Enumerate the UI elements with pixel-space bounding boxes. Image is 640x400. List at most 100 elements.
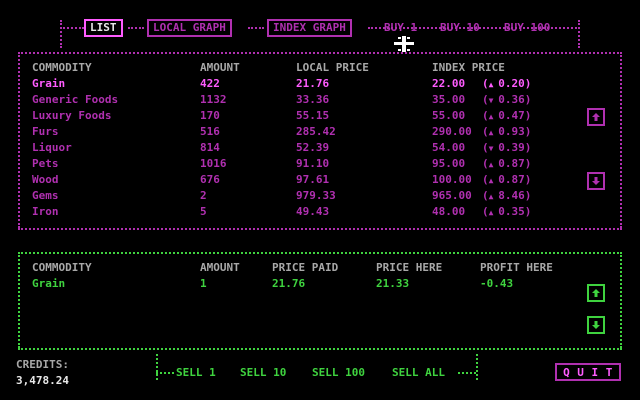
- market-change: 0.87: [498, 173, 525, 186]
- sell-1-button[interactable]: SELL 1: [176, 366, 216, 379]
- market-commodity: Liquor: [32, 141, 72, 154]
- market-commodity: Pets: [32, 157, 59, 170]
- header-price-here: PRICE HERE: [376, 261, 443, 274]
- market-index-price: 55.00: [432, 109, 466, 122]
- trend-up-icon: ▲: [488, 208, 499, 217]
- tab-list[interactable]: LIST: [84, 19, 123, 37]
- cargo-amount: 1: [200, 277, 207, 290]
- trend-up-icon: ▲: [488, 112, 499, 121]
- market-amount: 676: [200, 173, 220, 186]
- market-commodity: Furs: [32, 125, 59, 138]
- market-change: 0.93: [498, 125, 525, 138]
- sell-bar-dots: [476, 354, 478, 380]
- market-local-price: 49.43: [296, 205, 330, 218]
- market-change: 0.35: [498, 205, 525, 218]
- market-amount: 422: [200, 77, 220, 90]
- header-amount: AMOUNT: [200, 61, 240, 74]
- trend-up-icon: ▲: [488, 80, 499, 89]
- arrow-down-icon: [592, 177, 600, 185]
- buy-1-button[interactable]: BUY 1: [384, 21, 417, 34]
- arrow-down-icon: [592, 321, 600, 329]
- trend-up-icon: ▲: [488, 160, 499, 169]
- sell-100-button[interactable]: SELL 100: [312, 366, 365, 379]
- market-amount: 2: [200, 189, 207, 202]
- market-change: 0.47: [498, 109, 525, 122]
- market-local-price: 285.42: [296, 125, 336, 138]
- market-commodity: Luxury Foods: [32, 109, 112, 122]
- market-trend: (▲ 0.87): [482, 157, 532, 170]
- market-amount: 5: [200, 205, 207, 218]
- market-index-price: 48.00: [432, 205, 466, 218]
- tab-index-graph[interactable]: INDEX GRAPH: [267, 19, 352, 37]
- market-scroll-down-button[interactable]: [587, 172, 605, 190]
- market-index-price: 965.00: [432, 189, 472, 202]
- market-scroll-up-button[interactable]: [587, 108, 605, 126]
- market-local-price: 21.76: [296, 77, 330, 90]
- cursor-icon: [394, 36, 414, 52]
- toolbar-dots: [60, 20, 62, 48]
- market-commodity: Generic Foods: [32, 93, 119, 106]
- arrow-up-icon: [592, 289, 600, 297]
- cargo-profit: -0.43: [480, 277, 514, 290]
- header-commodity: COMMODITY: [32, 261, 92, 274]
- trend-up-icon: ▲: [488, 128, 499, 137]
- market-amount: 1016: [200, 157, 227, 170]
- market-amount: 1132: [200, 93, 227, 106]
- market-commodity: Wood: [32, 173, 59, 186]
- market-index-price: 54.00: [432, 141, 466, 154]
- market-change: 0.87: [498, 157, 525, 170]
- market-local-price: 33.36: [296, 93, 330, 106]
- quit-button[interactable]: Q U I T: [555, 363, 621, 381]
- market-index-price: 35.00: [432, 93, 466, 106]
- market-index-price: 22.00: [432, 77, 466, 90]
- market-trend: (▲ 8.46): [482, 189, 532, 202]
- market-commodity: Iron: [32, 205, 59, 218]
- market-trend: (▲ 0.47): [482, 109, 532, 122]
- market-commodity: Gems: [32, 189, 59, 202]
- toolbar-dots: [60, 27, 84, 29]
- toolbar-dots: [578, 20, 580, 48]
- trend-down-icon: ▼: [488, 96, 499, 105]
- header-commodity: COMMODITY: [32, 61, 92, 74]
- credits-value: 3,478.24: [16, 374, 69, 387]
- header-price-paid: PRICE PAID: [272, 261, 339, 274]
- market-change: 0.36: [498, 93, 525, 106]
- toolbar-dots: [248, 27, 264, 29]
- buy-100-button[interactable]: BUY 100: [504, 21, 550, 34]
- market-index-price: 290.00: [432, 125, 472, 138]
- market-amount: 170: [200, 109, 220, 122]
- arrow-up-icon: [592, 113, 600, 121]
- buy-10-button[interactable]: BUY 10: [440, 21, 480, 34]
- cargo-commodity: Grain: [32, 277, 66, 290]
- market-index-price: 95.00: [432, 157, 466, 170]
- cargo-scroll-up-button[interactable]: [587, 284, 605, 302]
- trend-up-icon: ▲: [488, 176, 499, 185]
- tab-local-graph[interactable]: LOCAL GRAPH: [147, 19, 232, 37]
- market-trend: (▼ 0.39): [482, 141, 532, 154]
- market-amount: 814: [200, 141, 220, 154]
- market-trend: (▲ 0.87): [482, 173, 532, 186]
- sell-bar-dots: [156, 372, 174, 374]
- header-profit-here: PROFIT HERE: [480, 261, 553, 274]
- sell-10-button[interactable]: SELL 10: [240, 366, 286, 379]
- market-local-price: 55.15: [296, 109, 330, 122]
- trend-down-icon: ▼: [488, 144, 499, 153]
- toolbar-dots: [128, 27, 144, 29]
- trend-up-icon: ▲: [488, 192, 499, 201]
- market-change: 8.46: [498, 189, 525, 202]
- market-local-price: 91.10: [296, 157, 330, 170]
- market-trend: (▲ 0.35): [482, 205, 532, 218]
- market-trend: (▲ 0.20): [482, 77, 532, 90]
- sell-all-button[interactable]: SELL ALL: [392, 366, 445, 379]
- market-change: 0.20: [498, 77, 525, 90]
- cargo-price-here: 21.33: [376, 277, 410, 290]
- market-index-price: 100.00: [432, 173, 472, 186]
- market-trend: (▲ 0.93): [482, 125, 532, 138]
- header-amount: AMOUNT: [200, 261, 240, 274]
- header-index-price: INDEX PRICE: [432, 61, 505, 74]
- header-local-price: LOCAL PRICE: [296, 61, 369, 74]
- credits-label: CREDITS:: [16, 358, 69, 371]
- cargo-scroll-down-button[interactable]: [587, 316, 605, 334]
- market-local-price: 97.61: [296, 173, 330, 186]
- market-local-price: 979.33: [296, 189, 336, 202]
